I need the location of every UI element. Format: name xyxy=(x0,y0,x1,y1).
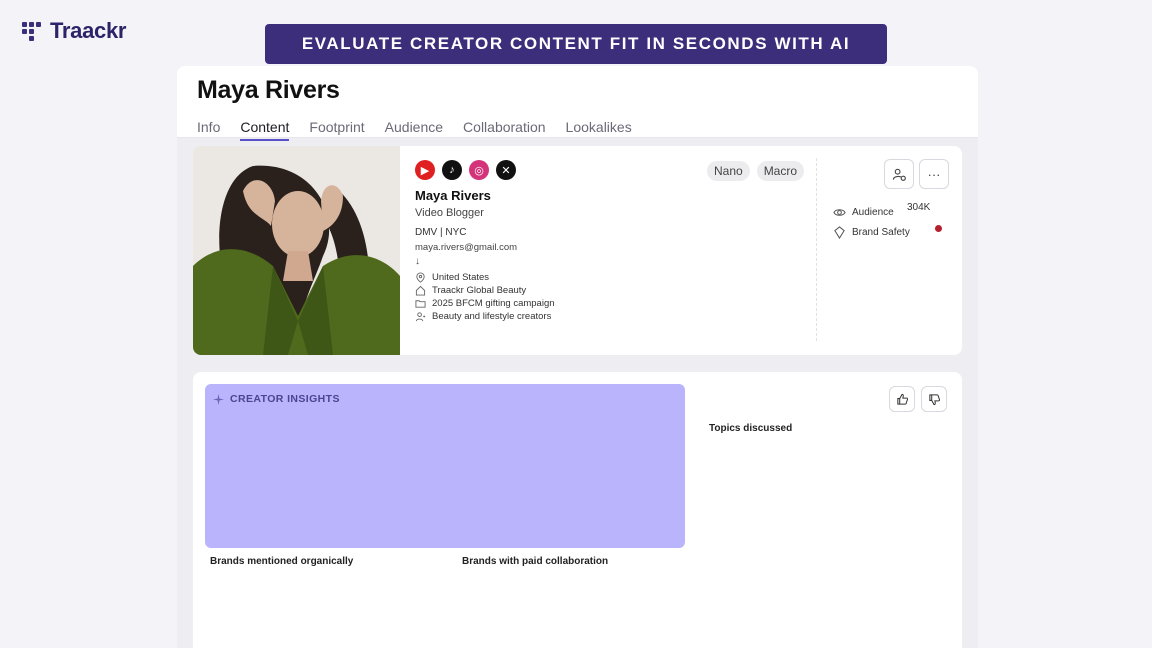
thumbs-up-button[interactable] xyxy=(889,386,915,412)
user-settings-icon xyxy=(892,168,906,181)
group-label[interactable]: Beauty and lifestyle creators xyxy=(432,311,551,322)
tiktok-icon[interactable]: ♪ xyxy=(442,160,462,180)
audience-label: Audience xyxy=(852,206,894,218)
folder-icon xyxy=(415,300,426,308)
tab-footprint[interactable]: Footprint xyxy=(309,119,364,141)
shield-icon xyxy=(834,225,845,239)
audience-value: 304K xyxy=(907,202,931,213)
brand-safety-label: Brand Safety xyxy=(852,226,910,238)
brands-paid-heading: Brands with paid collaboration xyxy=(462,556,609,567)
card-divider xyxy=(816,158,817,341)
creator-email[interactable]: maya.rivers@gmail.com xyxy=(415,242,555,253)
expand-arrow-icon[interactable]: ↓ xyxy=(415,256,555,267)
brand-name: Traackr xyxy=(50,18,127,43)
app-window: Maya Rivers Info Content Footprint Audie… xyxy=(177,66,978,648)
tag-macro: Macro xyxy=(756,161,805,181)
tab-content[interactable]: Content xyxy=(240,119,290,141)
campaign-label[interactable]: 2025 BFCM gifting campaign xyxy=(432,298,555,309)
page-title: Maya Rivers xyxy=(197,76,340,104)
thumbs-down-icon xyxy=(928,393,940,405)
instagram-icon[interactable]: ◎ xyxy=(469,160,489,180)
profile-tabs: Info Content Footprint Audience Collabor… xyxy=(197,119,958,141)
creator-role: Video Blogger xyxy=(415,207,484,219)
meta-group: Beauty and lifestyle creators xyxy=(415,310,555,323)
thumbs-up-icon xyxy=(896,393,908,405)
more-options-button[interactable]: ··· xyxy=(919,159,949,189)
tab-lookalikes[interactable]: Lookalikes xyxy=(566,119,632,141)
topics-discussed-heading: Topics discussed xyxy=(709,423,793,434)
traackr-logo: Traackr xyxy=(22,18,127,44)
meta-campaign: 2025 BFCM gifting campaign xyxy=(415,297,555,310)
creator-insights-panel: CREATOR INSIGHTS xyxy=(205,384,685,548)
meta-country: United States xyxy=(415,271,555,284)
brand-safety-stat: Brand Safety xyxy=(833,222,910,242)
social-links: ▶ ♪ ◎ ✕ xyxy=(415,160,516,180)
tab-audience[interactable]: Audience xyxy=(385,119,443,141)
creator-insights-label: CREATOR INSIGHTS xyxy=(230,393,340,405)
tab-info[interactable]: Info xyxy=(197,119,220,141)
creator-meta-list: United States Traackr Global Beauty 2025… xyxy=(415,271,555,323)
manage-creator-button[interactable] xyxy=(884,159,914,189)
creator-name: Maya Rivers xyxy=(415,188,491,203)
creator-info: Maya Rivers Video Blogger DMV | NYC maya… xyxy=(415,188,555,323)
eye-icon xyxy=(833,208,846,216)
tab-collaboration[interactable]: Collaboration xyxy=(463,119,546,141)
tag-nano: Nano xyxy=(707,161,750,181)
brand-safety-status-dot xyxy=(935,225,942,232)
creator-tier-tags: Nano Macro xyxy=(707,161,805,181)
home-icon xyxy=(415,285,426,296)
youtube-icon[interactable]: ▶ xyxy=(415,160,435,180)
x-icon[interactable]: ✕ xyxy=(496,160,516,180)
thumbs-down-button[interactable] xyxy=(921,386,947,412)
traackr-logo-mark-icon xyxy=(22,20,44,42)
profile-header: Maya Rivers Info Content Footprint Audie… xyxy=(177,66,978,141)
country-label: United States xyxy=(432,272,490,283)
meta-workspace: Traackr Global Beauty xyxy=(415,284,555,297)
creator-photo xyxy=(193,146,400,355)
creator-profile-card: ▶ ♪ ◎ ✕ Nano Macro Maya Rivers Video Blo… xyxy=(193,146,962,355)
headline-banner: EVALUATE CREATOR CONTENT FIT IN SECONDS … xyxy=(265,24,887,64)
audience-stat: Audience xyxy=(833,202,910,222)
workspace-label: Traackr Global Beauty xyxy=(432,285,527,296)
creator-stats: Audience Brand Safety xyxy=(833,202,910,242)
creator-insights-card: CREATOR INSIGHTS Topics discussed Brands… xyxy=(193,372,962,648)
user-group-icon xyxy=(415,312,426,322)
creator-location-short: DMV | NYC xyxy=(415,227,467,238)
creator-insights-heading: CREATOR INSIGHTS xyxy=(213,393,340,405)
sparkle-icon xyxy=(213,393,224,405)
brands-organic-heading: Brands mentioned organically xyxy=(210,556,354,567)
location-pin-icon xyxy=(416,272,425,283)
